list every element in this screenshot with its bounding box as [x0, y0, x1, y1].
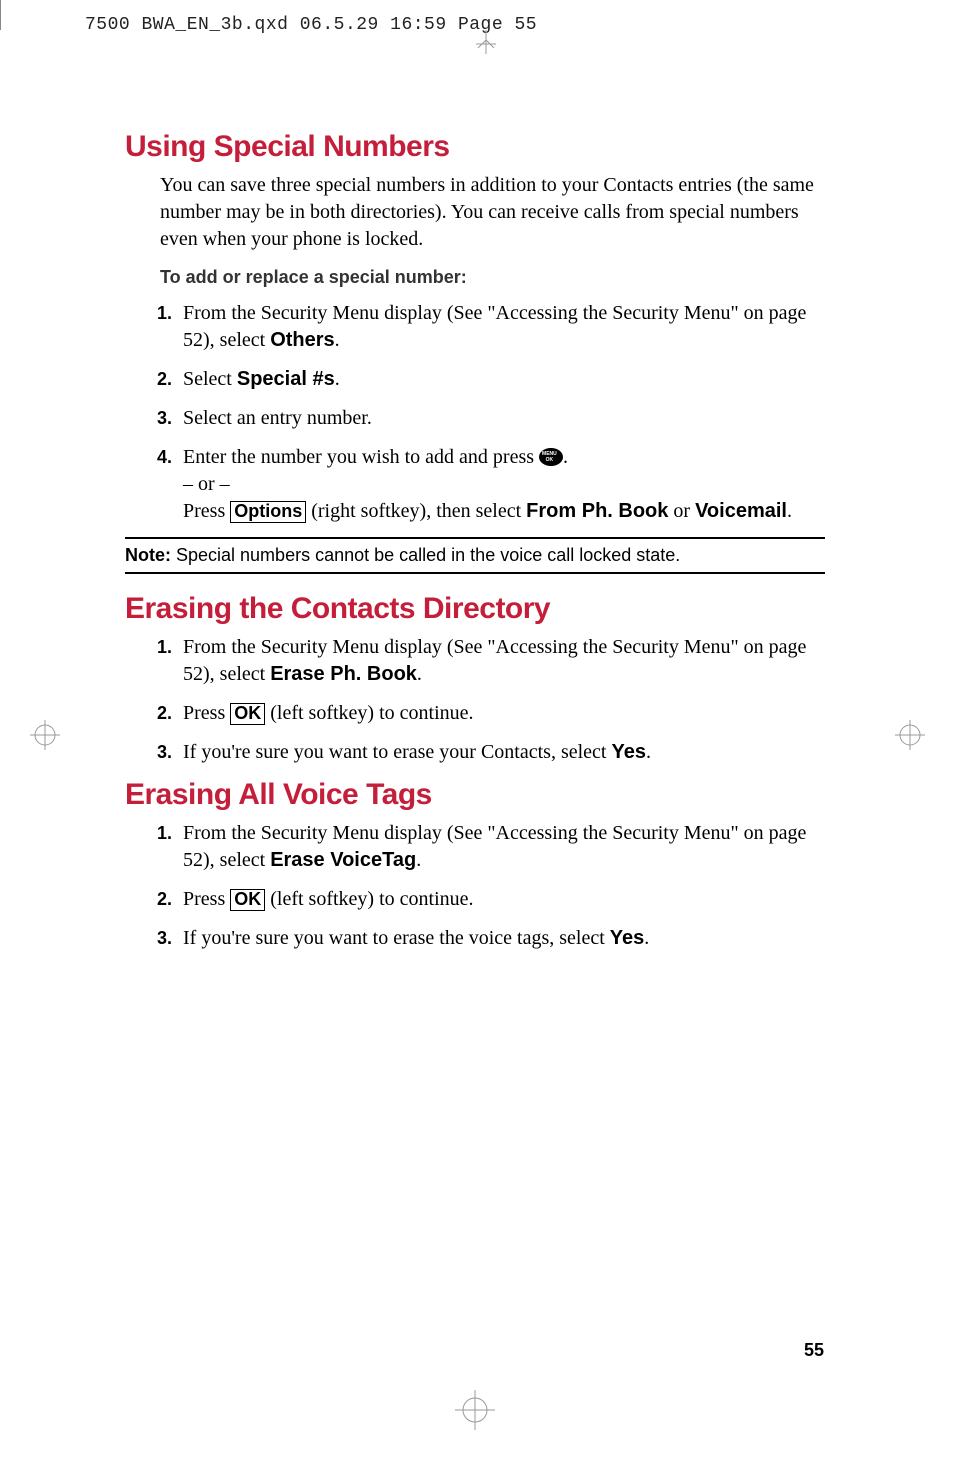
step-text: Select: [183, 368, 237, 390]
crop-mark-top-center: [476, 30, 496, 60]
step-4: Enter the number you wish to add and pre…: [177, 444, 825, 525]
heading-using-special-numbers: Using Special Numbers: [125, 130, 825, 164]
or-divider: – or –: [183, 471, 825, 498]
softkey-ok: OK: [230, 889, 265, 911]
step-text: Press: [183, 888, 230, 910]
step-2: Press OK (left softkey) to continue.: [177, 886, 825, 913]
page-content: Using Special Numbers You can save three…: [125, 130, 825, 964]
step-3: If you're sure you want to erase the voi…: [177, 925, 825, 952]
option-voicemail: Voicemail: [695, 500, 787, 522]
step-text: (left softkey) to continue.: [265, 702, 473, 724]
step-1: From the Security Menu display (See "Acc…: [177, 634, 825, 688]
steps-erase-contacts: From the Security Menu display (See "Acc…: [177, 634, 825, 766]
step-text: If you're sure you want to erase your Co…: [183, 741, 611, 763]
crop-mark-top-left: [0, 0, 2, 30]
period: .: [787, 500, 792, 522]
period: .: [646, 741, 651, 763]
heading-erasing-voice-tags: Erasing All Voice Tags: [125, 778, 825, 812]
step-text: Press: [183, 500, 230, 522]
step-2: Select Special #s.: [177, 366, 825, 393]
step-1: From the Security Menu display (See "Acc…: [177, 300, 825, 354]
subheading-add-replace: To add or replace a special number:: [160, 267, 825, 288]
note-text: Special numbers cannot be called in the …: [171, 545, 680, 565]
prepress-header: 7500 BWA_EN_3b.qxd 06.5.29 16:59 Page 55: [85, 15, 537, 35]
option-erase-phbook: Erase Ph. Book: [270, 663, 417, 685]
option-others: Others: [270, 329, 334, 351]
step-text: (left softkey) to continue.: [265, 888, 473, 910]
option-yes: Yes: [610, 927, 644, 949]
registration-mark-right: [895, 720, 925, 750]
step-3: Select an entry number.: [177, 405, 825, 432]
period: .: [417, 663, 422, 685]
option-erase-voicetag: Erase VoiceTag: [270, 849, 416, 871]
page-number: 55: [804, 1340, 824, 1361]
heading-erasing-contacts: Erasing the Contacts Directory: [125, 592, 825, 626]
step-1: From the Security Menu display (See "Acc…: [177, 820, 825, 874]
steps-erase-voicetags: From the Security Menu display (See "Acc…: [177, 820, 825, 952]
softkey-options: Options: [230, 501, 306, 523]
period: .: [563, 446, 568, 468]
step-2: Press OK (left softkey) to continue.: [177, 700, 825, 727]
step-text: Enter the number you wish to add and pre…: [183, 446, 539, 468]
option-yes: Yes: [611, 741, 645, 763]
menu-ok-icon: [539, 448, 563, 466]
step-text: If you're sure you want to erase the voi…: [183, 927, 610, 949]
note-label: Note:: [125, 545, 171, 565]
softkey-ok: OK: [230, 703, 265, 725]
step-text: or: [668, 500, 695, 522]
step-4-alt: Press Options (right softkey), then sele…: [183, 498, 825, 525]
step-3: If you're sure you want to erase your Co…: [177, 739, 825, 766]
step-text: Press: [183, 702, 230, 724]
option-special-numbers: Special #s: [237, 368, 335, 390]
registration-mark-left: [30, 720, 60, 750]
option-from-phbook: From Ph. Book: [526, 500, 668, 522]
step-text: (right softkey), then select: [306, 500, 526, 522]
period: .: [335, 329, 340, 351]
period: .: [416, 849, 421, 871]
intro-paragraph: You can save three special numbers in ad…: [160, 172, 825, 253]
period: .: [644, 927, 649, 949]
registration-mark-bottom: [455, 1390, 495, 1430]
steps-special-numbers: From the Security Menu display (See "Acc…: [177, 300, 825, 525]
period: .: [335, 368, 340, 390]
note-block: Note: Special numbers cannot be called i…: [125, 537, 825, 574]
